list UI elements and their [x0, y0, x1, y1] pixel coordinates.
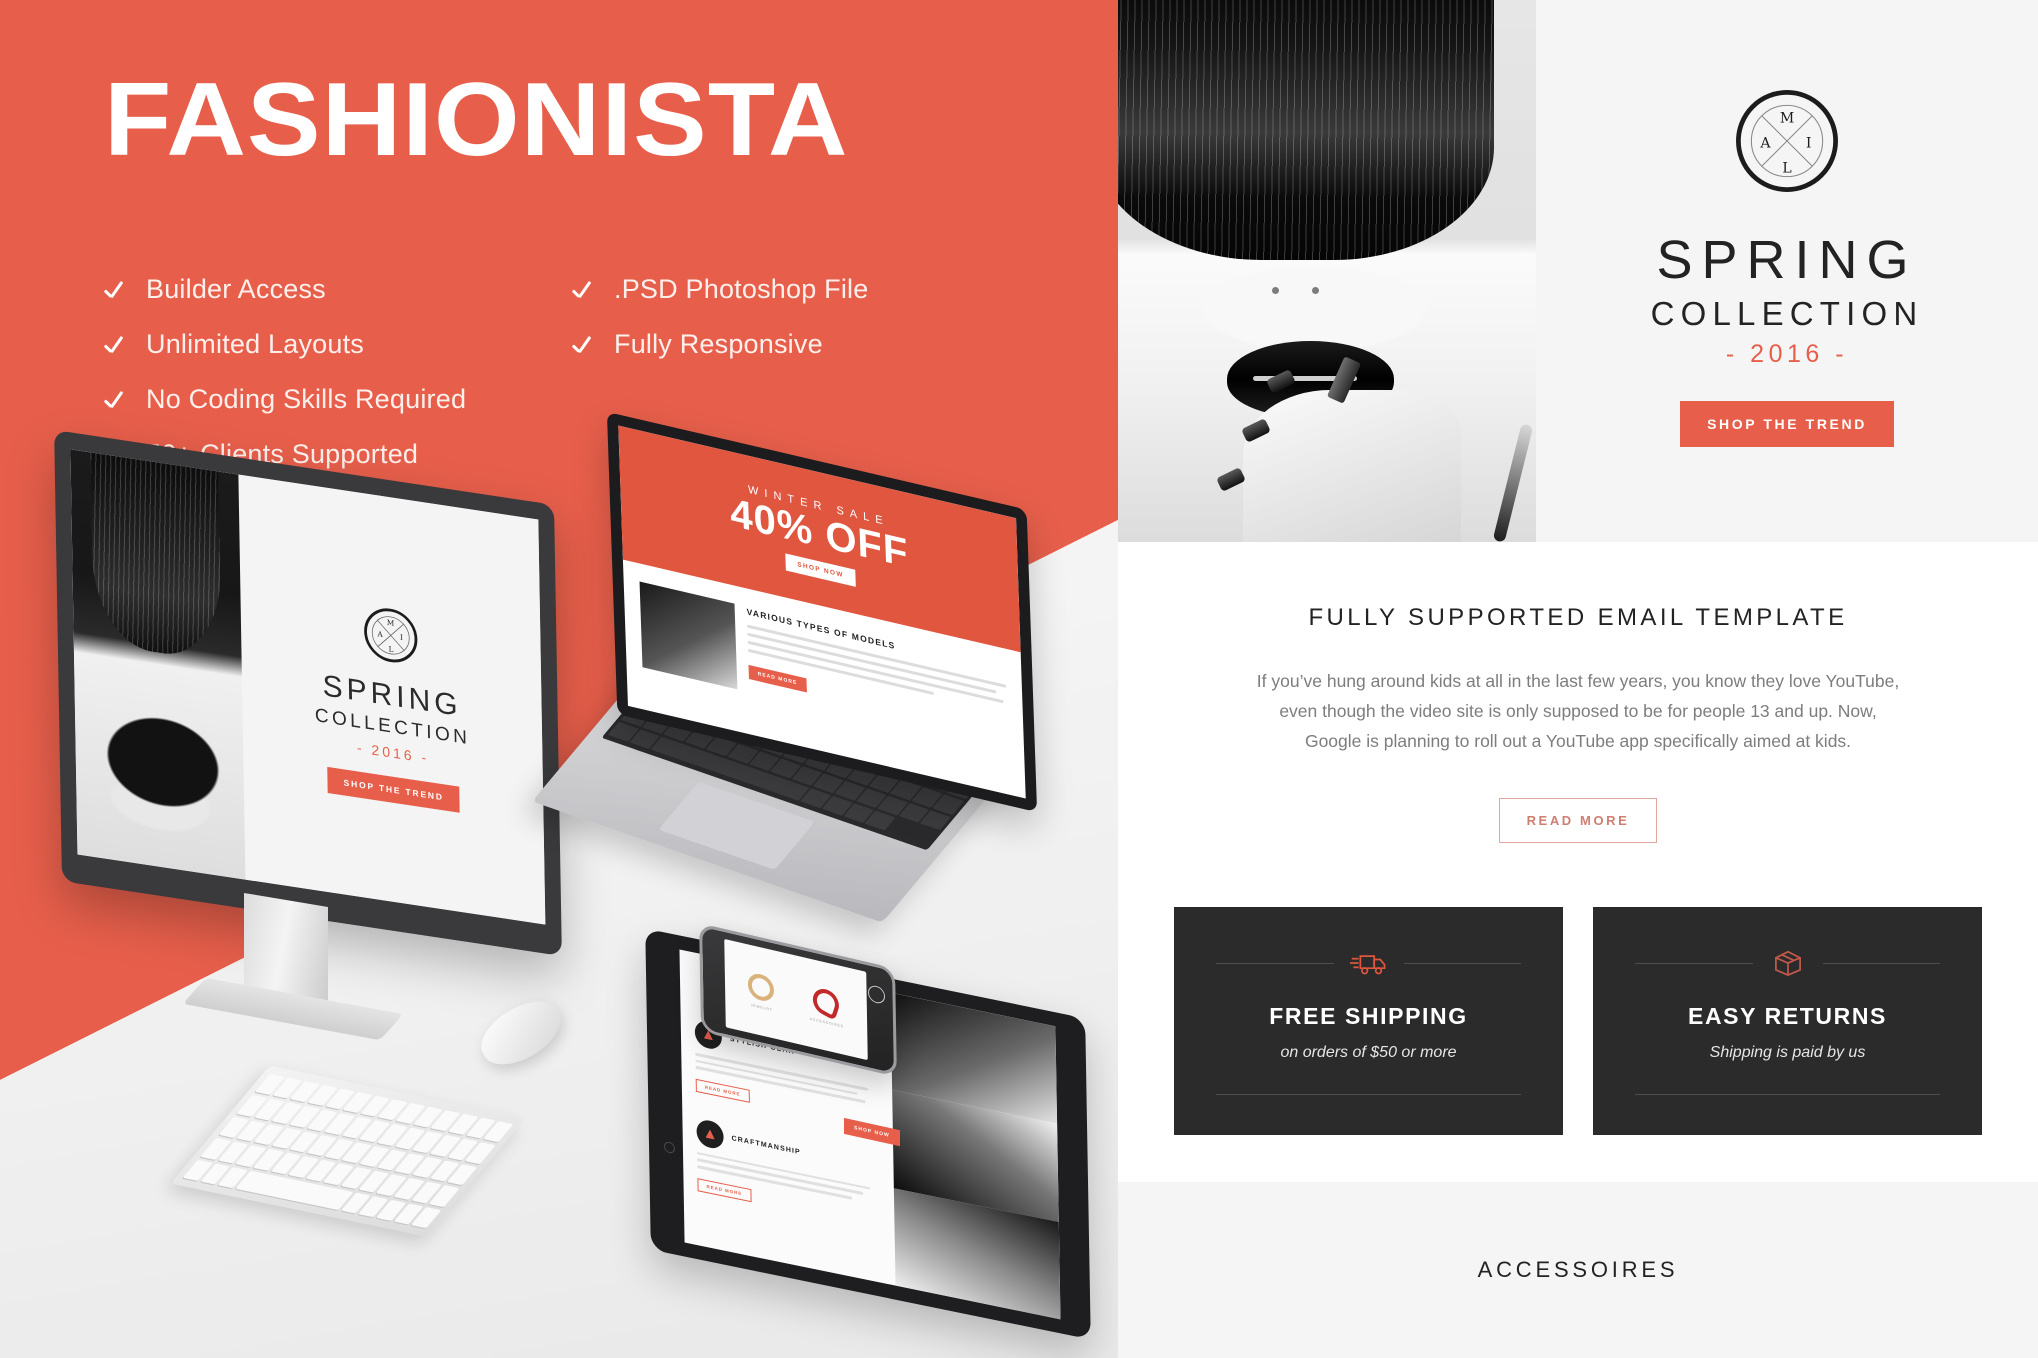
divider [1216, 962, 1334, 964]
svg-text:A: A [377, 629, 384, 639]
imac-screen-content: M A I L SPRING COLLECTION - 2016 - SHOP … [238, 474, 546, 925]
card-title: EASY RETURNS [1688, 1003, 1887, 1030]
phone-screen: JEWELRY ACCESSOIRES [724, 938, 868, 1061]
phone-body: JEWELRY ACCESSOIRES [699, 923, 897, 1077]
phone-product: JEWELRY [748, 970, 775, 1012]
hero-year-text: - 2016 - [1725, 340, 1849, 368]
model-hand [1243, 390, 1461, 542]
footer-title: ACCESSOIRES [1477, 1257, 1679, 1282]
read-more-button[interactable]: READ MORE [1498, 798, 1658, 844]
divider [1822, 962, 1940, 964]
gem-product-icon [810, 983, 843, 1021]
card-icon-row [1216, 947, 1521, 979]
imac-model-photo [70, 449, 246, 880]
laptop-article-thumb [639, 581, 738, 690]
logo-letter-top: M [1780, 111, 1794, 127]
divider [1216, 1094, 1521, 1096]
card-subtitle: Shipping is paid by us [1709, 1044, 1866, 1062]
email-section-body: If you’ve hung around kids at all in the… [1256, 671, 1900, 752]
divider [1635, 1094, 1940, 1096]
brand-block: M A I L SPRING COLLECTION - 2016 - SHOP … [1536, 0, 2038, 542]
poster-canvas: FASHIONISTA Builder Access Unlimited Lay… [0, 0, 2038, 1358]
email-footer-section: ACCESSOIRES [1118, 1182, 2038, 1358]
laptop-mockup: WINTER SALE 40% OFF SHOP NOW VARIOUS TYP… [532, 411, 1118, 923]
svg-text:I: I [400, 632, 403, 641]
imac-screen: M A I L SPRING COLLECTION - 2016 - SHOP … [70, 449, 546, 925]
left-promo-panel: FASHIONISTA Builder Access Unlimited Lay… [0, 0, 1118, 1358]
brand-badge-icon: M A I L [1736, 90, 1838, 192]
svg-text:L: L [389, 644, 394, 654]
hero-spring-text: SPRING [1656, 230, 1918, 290]
delivery-truck-icon [1349, 955, 1385, 975]
svg-text:M: M [387, 617, 395, 627]
imac-shop-button[interactable]: SHOP THE TREND [327, 766, 460, 813]
device-mockup-scene: M A I L SPRING COLLECTION - 2016 - SHOP … [0, 0, 1118, 1358]
benefit-cards: FREE SHIPPING on orders of $50 or more E… [1174, 907, 1982, 1136]
logo-letter-bottom: L [1782, 160, 1791, 176]
imac-body: M A I L SPRING COLLECTION - 2016 - SHOP … [54, 429, 562, 957]
phone-product: ACCESSOIRES [809, 983, 844, 1029]
card-subtitle: on orders of $50 or more [1280, 1044, 1457, 1062]
phone-product-caption: JEWELRY [750, 1002, 773, 1012]
imac-mockup: M A I L SPRING COLLECTION - 2016 - SHOP … [54, 429, 618, 1088]
model-photo [1118, 0, 1536, 542]
email-hero-section: M A I L SPRING COLLECTION - 2016 - SHOP … [1118, 0, 2038, 542]
divider [1403, 962, 1521, 964]
imac-year-text: - 2016 - [356, 738, 430, 766]
card-title: FREE SHIPPING [1269, 1003, 1468, 1030]
benefit-card-easy-returns: EASY RETURNS Shipping is paid by us [1593, 907, 1982, 1136]
logo-letter-left: A [1759, 135, 1771, 151]
shop-the-trend-button[interactable]: SHOP THE TREND [1680, 401, 1894, 447]
tablet-feature-button[interactable]: READ MORE [697, 1177, 752, 1202]
ring-product-icon [748, 970, 775, 1004]
phone-product-caption: ACCESSOIRES [809, 1016, 844, 1029]
model-nose [1268, 287, 1331, 309]
right-email-panel: M A I L SPRING COLLECTION - 2016 - SHOP … [1118, 0, 2038, 1358]
model-hair [1118, 0, 1495, 261]
phone-mockup: JEWELRY ACCESSOIRES [699, 923, 950, 1156]
email-section-title: FULLY SUPPORTED EMAIL TEMPLATE [1308, 604, 1848, 631]
logo-letter-right: I [1806, 135, 1812, 151]
card-icon-row [1635, 947, 1940, 979]
benefit-card-free-shipping: FREE SHIPPING on orders of $50 or more [1174, 907, 1563, 1136]
package-box-icon [1774, 951, 1801, 977]
email-content-section: FULLY SUPPORTED EMAIL TEMPLATE If you’ve… [1118, 542, 2038, 1182]
divider [1635, 962, 1753, 964]
laptop-readmore-button[interactable]: READ MORE [748, 665, 807, 693]
brand-badge-icon: M A I L [364, 607, 418, 662]
hero-collection-text: COLLECTION [1650, 295, 1924, 332]
